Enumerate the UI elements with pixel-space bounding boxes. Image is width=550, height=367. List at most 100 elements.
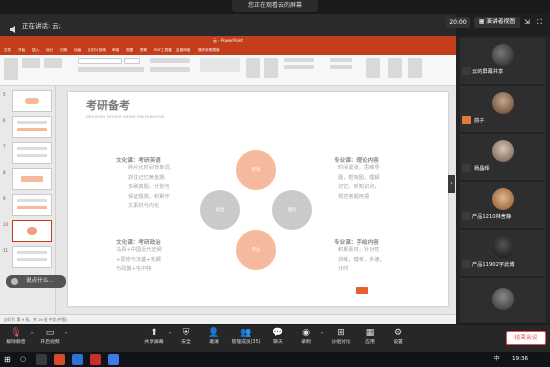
settings-label: 设置 — [393, 340, 403, 345]
fullscreen-icon[interactable]: ⛶ — [537, 18, 547, 27]
unmute-label: 解除静音 — [6, 340, 26, 345]
settings-button[interactable]: ⚙ 设置 — [384, 327, 412, 351]
ppt-tab-pdf[interactable]: PDF工具集 — [154, 48, 172, 53]
end-meeting-button[interactable]: 结束会议 — [506, 331, 546, 345]
ppt-tab-help[interactable]: 帮助 — [140, 48, 147, 53]
breakout-label: 分组讨论 — [331, 340, 351, 345]
windows-start-icon[interactable]: ⊞ — [4, 354, 14, 365]
apps-button[interactable]: ▦ 应用 — [356, 327, 384, 351]
pdf-app-icon[interactable] — [90, 354, 101, 365]
slide-thumbnail-selected[interactable] — [12, 220, 52, 242]
block-body-politics: 马原+中国近代史纲 +思修与法基+毛概 与政策+毛中特 — [116, 247, 162, 272]
dictate-icon[interactable] — [366, 58, 380, 78]
circle-label: 专业 — [251, 248, 261, 253]
arrange-icon[interactable] — [246, 58, 260, 78]
block-title-major: 专业课：手绘内容 — [334, 240, 379, 246]
chevron-up-icon[interactable]: ^ — [320, 332, 324, 338]
security-button[interactable]: ⛨ 安全 — [172, 327, 200, 351]
participant-tile[interactable] — [460, 278, 546, 322]
find-icon[interactable] — [330, 58, 352, 62]
align-icons[interactable] — [150, 67, 190, 72]
ppt-tab-file[interactable]: 文件 — [4, 48, 11, 53]
unmute-button[interactable]: 🎙 解除静音 — [2, 327, 30, 351]
share-screen-button[interactable]: ⬆ 共享屏幕 — [140, 327, 168, 351]
browser-app-icon[interactable] — [72, 354, 83, 365]
slide-thumbnail[interactable] — [12, 168, 52, 190]
ppt-tab-bar — [0, 46, 456, 55]
avatar — [492, 44, 514, 66]
ppt-tab-home[interactable]: 开始 — [18, 48, 25, 53]
design-ideas-icon[interactable] — [388, 58, 402, 78]
slide-number: 11 — [3, 248, 9, 253]
font-select[interactable] — [78, 58, 122, 64]
paste-icon[interactable] — [4, 58, 18, 80]
shape-outline-icon[interactable] — [284, 65, 314, 69]
slide-thumbnail[interactable] — [12, 90, 52, 112]
presenter-view-button[interactable]: ▦ 演讲者视图 — [474, 17, 520, 28]
ppt-tab-design[interactable]: 设计 — [46, 48, 53, 53]
paragraph-icons[interactable] — [150, 58, 190, 63]
replace-icon[interactable] — [330, 65, 352, 69]
layout-icon[interactable] — [44, 58, 62, 68]
participant-tile[interactable]: 鸽子 — [460, 86, 546, 132]
invite-icon: 👤 — [208, 328, 220, 338]
start-video-button[interactable]: ▭ 开启视频 — [36, 327, 64, 351]
manage-members-button[interactable]: 👥 管理成员(35) — [228, 327, 264, 351]
slide-number: 5 — [3, 92, 6, 97]
new-slide-icon[interactable] — [22, 58, 40, 68]
shapes-gallery[interactable] — [200, 58, 240, 72]
invite-button[interactable]: 👤 邀请 — [200, 327, 228, 351]
font-format-icons[interactable] — [78, 67, 144, 72]
slide-thumbnail[interactable] — [12, 116, 52, 138]
slide-title: 考研备考 — [86, 99, 130, 112]
meeting-app-icon[interactable] — [108, 354, 119, 365]
record-button[interactable]: ◉ 录制 — [292, 327, 320, 351]
ppt-app-icon[interactable] — [54, 354, 65, 365]
ime-indicator[interactable]: 中 — [494, 352, 500, 367]
share-icon — [462, 67, 471, 75]
avatar — [492, 188, 514, 210]
ppt-tab-baidu[interactable]: 百度网盘 — [176, 48, 190, 53]
participant-tile[interactable]: 云的屏幕共享 — [460, 38, 546, 84]
chevron-up-icon[interactable]: ^ — [64, 332, 68, 338]
circle-english: 英语 — [236, 150, 276, 190]
slide-thumbnail[interactable] — [12, 194, 52, 216]
circle-major: 专业 — [236, 230, 276, 270]
ppt-tell-me[interactable]: 操作说明搜索 — [198, 48, 220, 53]
collapse-panel-button[interactable]: › — [448, 175, 455, 193]
slide-thumbnail[interactable] — [12, 142, 52, 164]
circle-label: 理论 — [287, 208, 297, 213]
chat-button[interactable]: 💬 聊天 — [264, 327, 292, 351]
participant-tile[interactable]: 产品1210林舍静 — [460, 182, 546, 228]
chevron-up-icon[interactable]: ^ — [30, 332, 34, 338]
taskbar-clock[interactable]: 19:36 — [512, 352, 528, 367]
participant-name: 云的屏幕共享 — [472, 69, 504, 75]
ppt-tab-slideshow[interactable]: 幻灯片放映 — [88, 48, 106, 53]
ppt-tab-review[interactable]: 审阅 — [112, 48, 119, 53]
save-baidu-icon[interactable] — [408, 58, 422, 78]
muted-mic-icon — [462, 164, 471, 172]
members-icon: 👥 — [240, 328, 252, 338]
participant-name: 产品11902宇此博 — [472, 262, 515, 268]
task-view-icon[interactable] — [36, 354, 47, 365]
quick-styles-icon[interactable] — [264, 58, 278, 78]
search-icon[interactable]: ○ — [20, 354, 31, 365]
shape-fill-icon[interactable] — [284, 58, 314, 62]
font-size-select[interactable] — [124, 58, 140, 64]
ppt-tab-animations[interactable]: 动画 — [74, 48, 81, 53]
pin-icon[interactable]: ⇲ — [524, 18, 534, 27]
slide-number: 9 — [3, 196, 6, 201]
ppt-ribbon — [0, 55, 456, 86]
manage-members-label: 管理成员(35) — [231, 340, 261, 345]
ppt-tab-view[interactable]: 视图 — [126, 48, 133, 53]
ppt-tab-insert[interactable]: 插入 — [32, 48, 39, 53]
muted-mic-icon — [462, 260, 471, 268]
breakout-button[interactable]: ⊞ 分组讨论 — [326, 327, 356, 351]
avatar — [492, 140, 514, 162]
slide-thumbnail[interactable] — [12, 246, 52, 268]
ppt-tab-transitions[interactable]: 切换 — [60, 48, 67, 53]
participant-tile[interactable]: 杨晶晖 — [460, 134, 546, 180]
avatar — [492, 288, 514, 310]
avatar — [492, 236, 514, 258]
participant-tile[interactable]: 产品11902宇此博 — [460, 230, 546, 276]
